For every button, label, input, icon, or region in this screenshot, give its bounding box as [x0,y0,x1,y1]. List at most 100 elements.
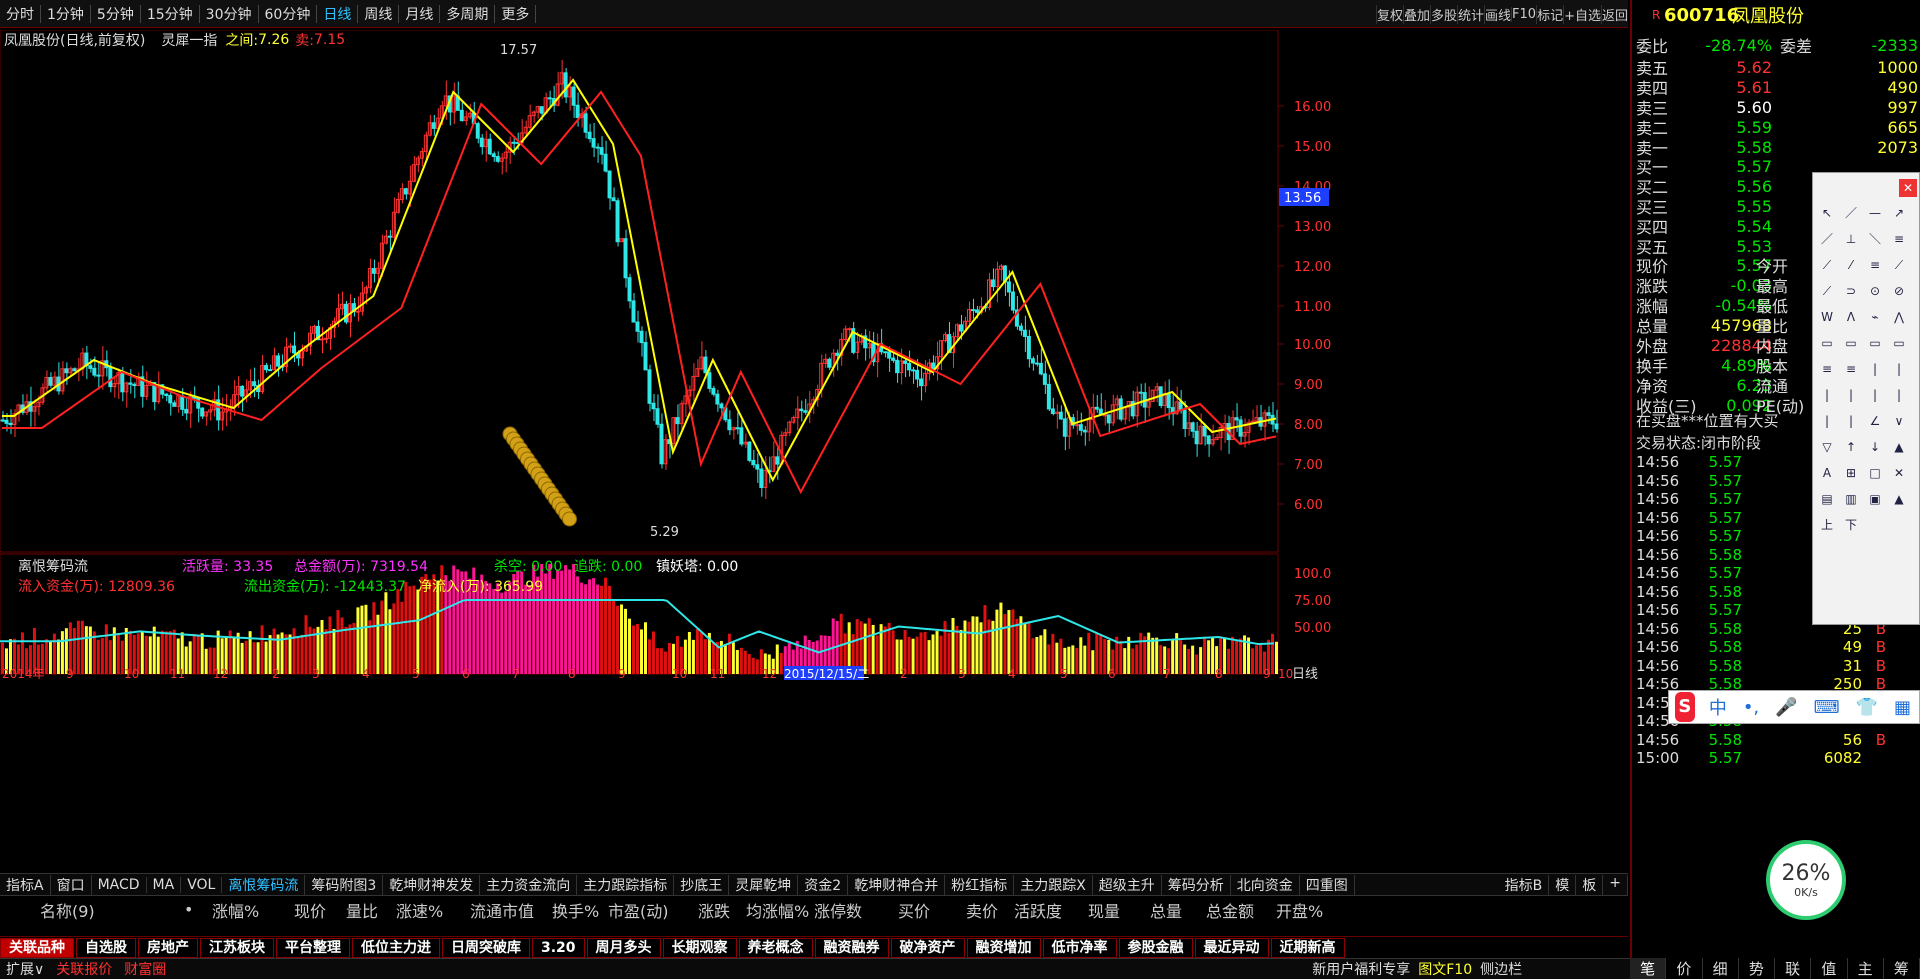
draw-tool-icon[interactable]: ✕ [1891,465,1907,481]
draw-tool-icon[interactable]: A [1819,465,1835,481]
column-header-14[interactable]: 活跃度 [1014,898,1062,922]
draw-tool-icon[interactable]: ＼ [1867,231,1883,247]
draw-tool-icon[interactable]: ／ [1819,231,1835,247]
draw-tool-icon[interactable]: | [1867,387,1883,403]
draw-tool-icon[interactable]: ⊘ [1891,283,1907,299]
sector-tab-15[interactable]: 参股金融 [1118,937,1193,958]
draw-tool-icon[interactable]: ↗ [1891,205,1907,221]
period-10[interactable]: 更多 [495,4,535,24]
draw-tool-icon[interactable]: ⟋ [1819,257,1835,273]
sector-tab-17[interactable]: 近期新高 [1270,937,1345,958]
drawing-toolbox[interactable]: ✕ ↖ ／ — ↗ ／ ⊥ ＼ ≡ ⟋ ⁄ ≡ ⟋ ⟋ ⊃ ⊙ ⊘ W Λ ⌁ ⋀ ▭ ▭ ▭ ▭ ≡ ≡ | | | | | | | | ∠ ∨ ▽ ↑… [1812,172,1920,625]
ime-item-2[interactable]: 🎤 [1775,697,1797,718]
tab-right-3[interactable]: + [1603,874,1628,895]
period-4[interactable]: 30分钟 [200,4,258,24]
period-0[interactable]: 分时 [0,4,40,24]
indicator-tab-4[interactable]: VOL [181,876,223,893]
draw-tool-icon[interactable]: ▭ [1819,335,1835,351]
column-header-10[interactable]: 均涨幅% [746,898,809,922]
draw-tool-icon[interactable]: ∠ [1867,413,1883,429]
indicator-tab-12[interactable]: 资金2 [798,874,849,895]
quote-tab-1[interactable]: 价 [1666,958,1703,979]
status-item-0[interactable]: 扩展∨ [0,959,50,979]
status-right-2[interactable]: 侧边栏 [1480,959,1522,979]
column-header-1[interactable]: • [184,900,193,919]
ime-item-0[interactable]: 中 [1709,694,1727,720]
period-2[interactable]: 5分钟 [91,4,140,24]
column-header-2[interactable]: 涨幅% [212,898,259,922]
indicator-tab-18[interactable]: 北向资金 [1231,874,1300,895]
close-icon[interactable]: ✕ [1899,179,1917,197]
quote-tab-4[interactable]: 联 [1775,958,1812,979]
toolbar-btn-5[interactable]: F10 [1511,6,1536,22]
draw-tool-icon[interactable]: | [1843,413,1859,429]
indicator-tab-10[interactable]: 抄底王 [674,874,730,895]
draw-tool-icon[interactable]: ▲ [1891,491,1907,507]
draw-tool-icon[interactable]: 下 [1843,517,1859,533]
net-speed-widget[interactable]: 26% 0K/s [1766,840,1846,920]
column-header-4[interactable]: 量比 [346,898,378,922]
sector-tab-2[interactable]: 房地产 [138,937,198,958]
draw-tool-icon[interactable]: ≡ [1867,257,1883,273]
indicator-tab-15[interactable]: 主力跟踪X [1014,874,1093,895]
toolbar-btn-1[interactable]: 叠加 [1402,4,1430,24]
draw-tool-icon[interactable]: ⊙ [1867,283,1883,299]
quote-tab-0[interactable]: 笔 [1630,958,1667,979]
column-header-16[interactable]: 总量 [1150,898,1182,922]
period-6[interactable]: 日线 [317,4,357,24]
draw-tool-icon[interactable]: ▣ [1867,491,1883,507]
quote-tab-7[interactable]: 筹 [1884,958,1920,979]
sector-tab-5[interactable]: 低位主力进 [352,937,440,958]
draw-tool-icon[interactable]: ⊥ [1843,231,1859,247]
draw-tool-icon[interactable]: | [1819,413,1835,429]
sector-tab-14[interactable]: 低市净率 [1042,937,1117,958]
column-header-9[interactable]: 涨跌 [698,898,730,922]
toolbar-btn-4[interactable]: 画线 [1484,4,1511,24]
indicator-tab-5[interactable]: 离恨筹码流 [222,874,306,895]
draw-tool-icon[interactable]: ⊞ [1843,465,1859,481]
toolbar-btn-3[interactable]: 统计 [1457,4,1484,24]
indicator-tab-0[interactable]: 指标A [0,874,51,895]
column-header-11[interactable]: 涨停数 [814,898,862,922]
draw-tool-icon[interactable]: ▥ [1843,491,1859,507]
sector-tab-0[interactable]: 关联品种 [0,937,74,958]
sector-tab-8[interactable]: 周月多头 [586,937,661,958]
indicator-tab-8[interactable]: 主力资金流向 [480,874,578,895]
column-header-3[interactable]: 现价 [294,898,326,922]
draw-tool-icon[interactable]: ⟋ [1819,283,1835,299]
draw-tool-icon[interactable]: ⌁ [1867,309,1883,325]
sector-tab-7[interactable]: 3.20 [532,937,585,958]
column-header-12[interactable]: 买价 [898,898,930,922]
draw-tool-icon[interactable]: | [1891,361,1907,377]
draw-tool-icon[interactable]: ≡ [1843,361,1859,377]
ime-item-5[interactable]: ▦ [1894,697,1911,718]
indicator-tab-3[interactable]: MA [147,876,182,893]
draw-tool-icon[interactable]: ⟋ [1891,257,1907,273]
column-header-8[interactable]: 市盈(动) [608,898,669,922]
tab-right-0[interactable]: 指标B [1499,874,1550,895]
draw-tool-icon[interactable]: ↓ [1867,439,1883,455]
toolbar-btn-2[interactable]: 多股 [1429,4,1457,24]
column-header-15[interactable]: 现量 [1088,898,1120,922]
indicator-tab-7[interactable]: 乾坤财神发发 [383,874,481,895]
period-1[interactable]: 1分钟 [41,4,90,24]
quote-tab-3[interactable]: 势 [1739,958,1775,979]
toolbar-btn-7[interactable]: +自选 [1563,4,1601,24]
sector-tab-6[interactable]: 日周突破库 [442,937,530,958]
draw-tool-icon[interactable]: ▭ [1843,335,1859,351]
period-8[interactable]: 月线 [399,4,439,24]
draw-tool-icon[interactable]: ↑ [1843,439,1859,455]
draw-tool-icon[interactable]: ⁄ [1843,257,1859,273]
ime-item-1[interactable]: •, [1743,697,1759,718]
draw-tool-icon[interactable]: □ [1867,465,1883,481]
indicator-tab-9[interactable]: 主力跟踪指标 [577,874,675,895]
toolbar-btn-8[interactable]: 返回 [1600,4,1628,24]
period-7[interactable]: 周线 [358,4,398,24]
sector-tab-13[interactable]: 融资增加 [966,937,1041,958]
ime-toolbar[interactable]: S 中 •, 🎤 ⌨ 👕 ▦ [1668,690,1920,724]
status-item-2[interactable]: 财富圈 [118,959,172,979]
draw-tool-icon[interactable]: ≡ [1891,231,1907,247]
quote-tab-2[interactable]: 细 [1703,958,1739,979]
draw-tool-icon[interactable]: ▽ [1819,439,1835,455]
draw-tool-icon[interactable]: ▭ [1891,335,1907,351]
